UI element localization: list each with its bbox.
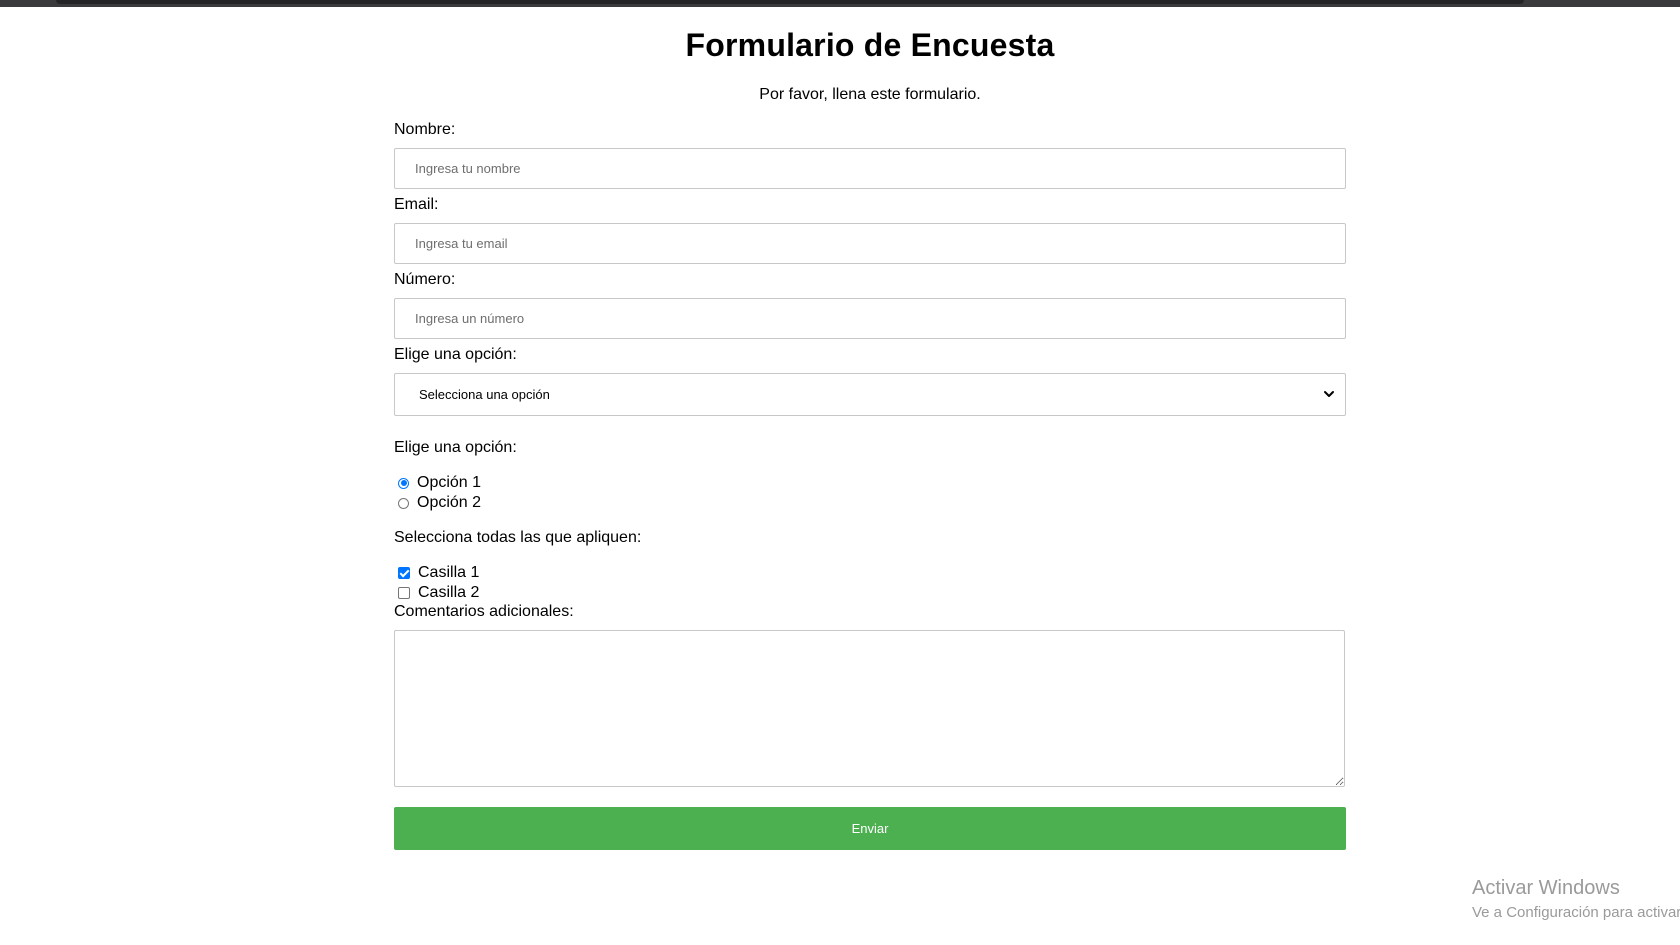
email-label: Email: <box>394 196 439 213</box>
page-subtitle: Por favor, llena este formulario. <box>759 86 981 103</box>
select-label: Elige una opción: <box>394 346 517 363</box>
number-label: Número: <box>394 271 456 288</box>
browser-top-bar <box>0 0 1680 7</box>
name-input[interactable] <box>394 148 1346 189</box>
checkbox-option-label: Casilla 1 <box>418 564 480 581</box>
browser-top-bar-inner <box>56 0 1524 4</box>
comments-textarea[interactable] <box>394 630 1345 787</box>
number-input[interactable] <box>394 298 1346 339</box>
comments-label: Comentarios adicionales: <box>394 603 574 620</box>
option-select-value: Selecciona una opción <box>419 387 550 402</box>
checkbox-option-label: Casilla 2 <box>418 584 480 601</box>
checkbox-group-label: Selecciona todas las que apliquen: <box>394 529 642 546</box>
radio-button[interactable] <box>398 497 409 509</box>
submit-button[interactable]: Enviar <box>394 807 1346 850</box>
name-label: Nombre: <box>394 121 456 138</box>
radio-option-label: Opción 1 <box>417 474 482 491</box>
checkbox[interactable] <box>398 587 410 599</box>
watermark-subtitle: Ve a Configuración para activar <box>1472 904 1680 921</box>
radio-option-2[interactable]: Opción 2 <box>398 493 481 513</box>
radio-option-1[interactable]: Opción 1 <box>398 473 481 493</box>
radio-button-checked[interactable] <box>398 477 409 489</box>
option-select[interactable]: Selecciona una opción <box>394 373 1346 416</box>
windows-activation-watermark: Activar Windows Ve a Configuración para … <box>1472 877 1680 921</box>
checkbox-checked[interactable] <box>398 567 410 579</box>
watermark-title: Activar Windows <box>1472 877 1620 899</box>
radio-group-label: Elige una opción: <box>394 439 517 456</box>
checkbox-option-2[interactable]: Casilla 2 <box>398 583 479 603</box>
checkbox-option-1[interactable]: Casilla 1 <box>398 563 479 583</box>
radio-option-label: Opción 2 <box>417 494 482 511</box>
chevron-down-icon <box>1324 391 1334 397</box>
email-input[interactable] <box>394 223 1346 264</box>
page-title: Formulario de Encuesta <box>685 27 1055 63</box>
